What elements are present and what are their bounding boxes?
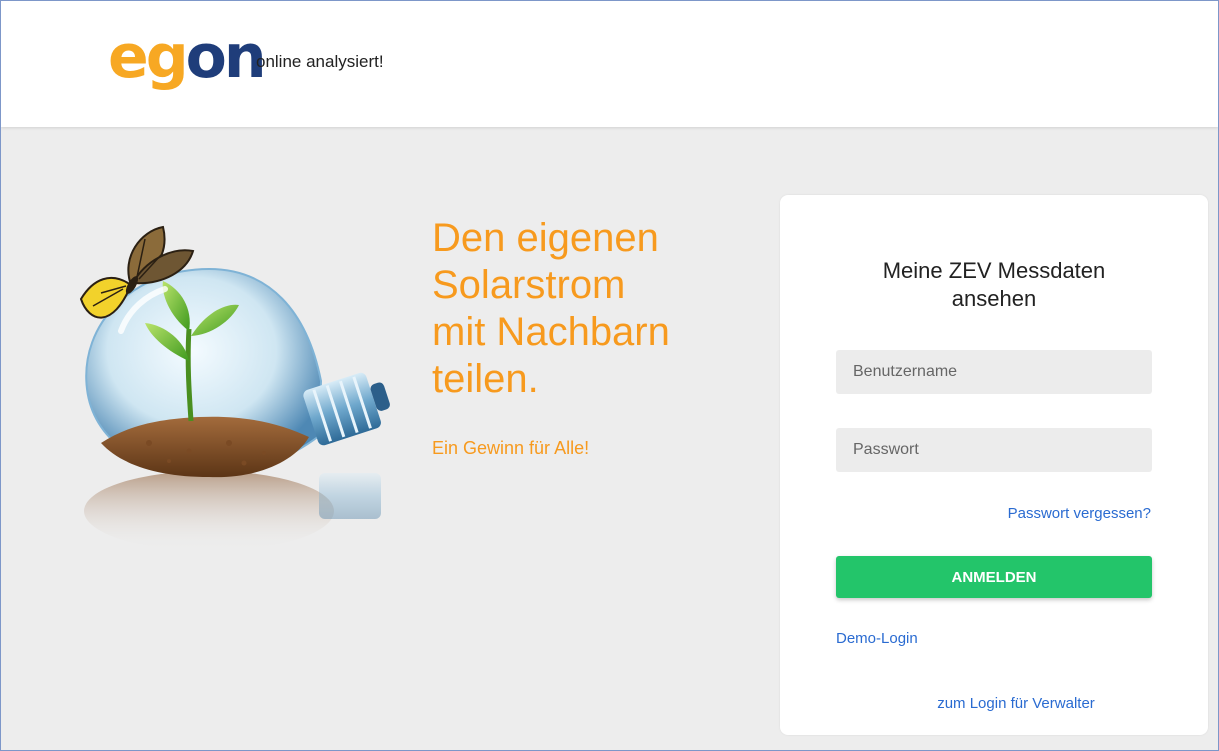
login-button[interactable]: ANMELDEN bbox=[836, 556, 1152, 598]
logo-tagline: online analysiert! bbox=[256, 52, 384, 71]
hero-subline: Ein Gewinn für Alle! bbox=[432, 438, 590, 458]
headline-line: Solarstrom bbox=[432, 263, 626, 307]
username-input[interactable] bbox=[836, 350, 1152, 394]
hero-headline: Den eigenen Solarstrom mit Nachbarn teil… bbox=[432, 215, 762, 403]
header: egon online analysiert! bbox=[1, 1, 1218, 127]
headline-line: Den eigenen bbox=[432, 216, 659, 260]
forgot-password-link[interactable]: Passwort vergessen? bbox=[1008, 505, 1151, 522]
admin-login-link[interactable]: zum Login für Verwalter bbox=[780, 695, 1208, 712]
login-title: Meine ZEV Messdaten ansehen bbox=[780, 257, 1208, 313]
login-title-line: Meine ZEV Messdaten bbox=[882, 258, 1106, 283]
headline-line: teilen. bbox=[432, 357, 539, 401]
login-title-line: ansehen bbox=[951, 286, 1037, 311]
headline-line: mit Nachbarn bbox=[432, 310, 670, 354]
demo-login-link[interactable]: Demo-Login bbox=[836, 630, 918, 647]
lightbulb-plant-illustration bbox=[79, 225, 390, 551]
page-frame: egon online analysiert! Den eigenen Sola… bbox=[0, 0, 1219, 751]
login-card: Meine ZEV Messdaten ansehen Passwort ver… bbox=[780, 195, 1208, 735]
logo-wordmark: egon bbox=[108, 22, 267, 92]
password-input[interactable] bbox=[836, 428, 1152, 472]
